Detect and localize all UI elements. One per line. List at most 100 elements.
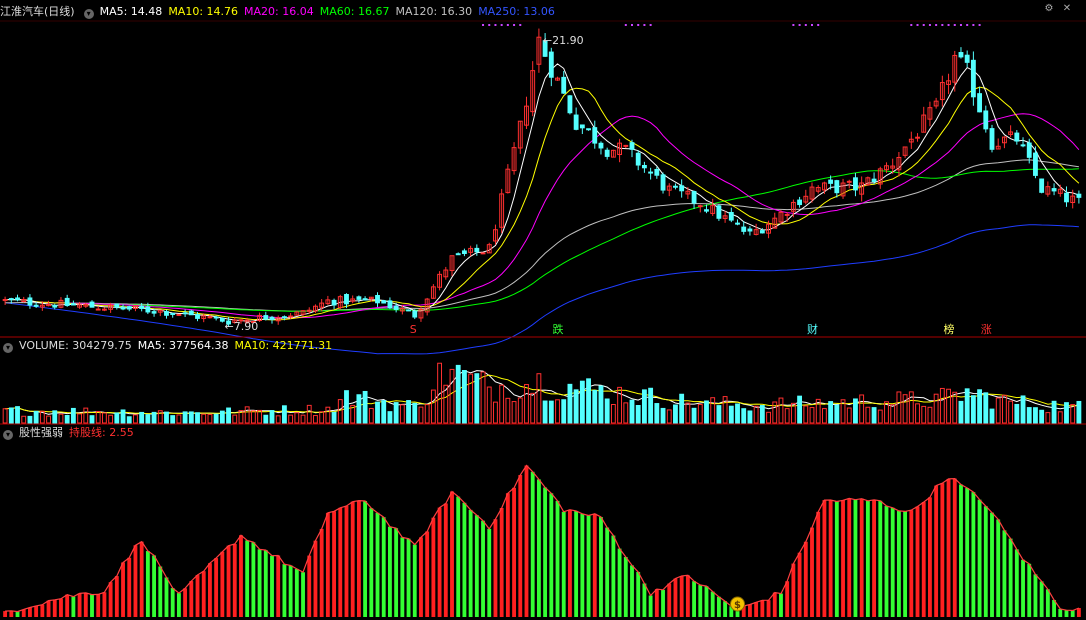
price-candle (1045, 181, 1051, 197)
close-icon[interactable]: ✕ (1062, 4, 1072, 14)
candle-body (15, 297, 20, 301)
volume-bar (375, 401, 380, 424)
strength-bar (195, 575, 200, 617)
strength-bar (785, 581, 790, 617)
collapse-icon[interactable]: ▾ (3, 343, 13, 353)
volume-bar (648, 387, 654, 424)
strength-bar (543, 487, 548, 617)
volume-bar (716, 405, 722, 424)
volume-bar (1070, 404, 1076, 424)
price-candle (933, 97, 939, 109)
volume-bar (977, 389, 983, 424)
strength-bar (592, 513, 597, 617)
volume-bar (989, 408, 995, 424)
strength-bar (605, 527, 610, 617)
volume-bar (108, 414, 114, 424)
price-candle (114, 303, 120, 310)
candle-body (679, 185, 685, 192)
strength-bar (586, 515, 591, 617)
volume-bar (387, 411, 393, 424)
price-panel-plot: ←21.90 ←7.90 S 跌 财 榜 涨 (2, 24, 1082, 355)
volume-bar (46, 415, 51, 424)
volume-bar (269, 410, 275, 424)
price-candle (1057, 184, 1063, 197)
strength-bar (692, 581, 696, 617)
candle-body (70, 303, 76, 306)
strength-bar (673, 578, 678, 617)
strength-bar (263, 550, 268, 617)
strength-bar (965, 488, 970, 617)
signal-dot (624, 24, 627, 26)
price-candle (592, 120, 598, 149)
volume-bar (133, 414, 138, 424)
price-candle (1039, 178, 1045, 194)
volume-bar (548, 400, 554, 424)
gear-icon[interactable]: ⚙ (1044, 4, 1054, 14)
strength-bar (170, 588, 175, 617)
price-candle (536, 28, 542, 73)
strength-bar (270, 555, 274, 617)
strength-bar (779, 593, 783, 617)
legend-ma10: MA10: 14.76 (168, 5, 239, 18)
candle-body (964, 54, 970, 63)
candle-body (455, 253, 461, 256)
price-candle (406, 309, 411, 312)
strength-bar (959, 484, 963, 617)
volume-bar (331, 411, 337, 424)
price-candle (561, 71, 567, 94)
strength-line-label: 持股线: 2.55 (69, 426, 134, 439)
volume-bar (126, 416, 132, 424)
price-candle (567, 94, 573, 115)
price-candle (778, 209, 784, 225)
strength-bar (332, 511, 336, 617)
volume-bar (15, 406, 20, 424)
volume-bar (877, 409, 883, 424)
price-candle (641, 161, 647, 173)
price-candle (660, 172, 666, 194)
candle-body (828, 179, 834, 184)
strength-bar (748, 604, 752, 617)
volume-bar (195, 412, 200, 424)
collapse-icon[interactable]: ▾ (83, 9, 94, 19)
strength-bar (884, 505, 889, 617)
strength-bar (921, 502, 926, 617)
volume-bar (555, 399, 560, 424)
strength-panel-plot: $ (3, 464, 1081, 617)
ma20-line (5, 113, 1080, 319)
candle-body (1020, 144, 1026, 147)
collapse-icon[interactable]: ▾ (3, 430, 13, 440)
strength-bar (834, 501, 839, 617)
volume-bar (970, 395, 976, 424)
volume-bar (921, 405, 927, 424)
volume-panel-plot (2, 362, 1082, 424)
signal-dot (811, 24, 813, 26)
event-marker: 财 (807, 322, 818, 336)
volume-ma10: MA10: 421771.31 (234, 339, 333, 352)
volume-bar (753, 405, 759, 424)
price-panel-legend: 江淮汽车(日线) ▾ MA5: 14.48 MA10: 14.76 MA20: 16.0… (0, 4, 561, 20)
strength-bar (865, 500, 870, 617)
price-candle (635, 150, 641, 171)
volume-bar (182, 411, 188, 424)
price-candle (977, 86, 983, 113)
volume-bar (809, 407, 815, 424)
strength-bar (239, 535, 243, 617)
volume-bar (58, 413, 64, 424)
strength-bar (791, 563, 796, 617)
volume-bar (461, 369, 467, 424)
volume-bar (1039, 409, 1045, 424)
price-candle (728, 207, 734, 223)
strength-bar (847, 498, 852, 617)
signal-dot (928, 24, 931, 26)
strength-bar (946, 478, 951, 617)
volume-bar (219, 410, 225, 424)
price-candle (461, 248, 467, 257)
volume-bar (604, 398, 610, 424)
strength-bar (896, 510, 901, 617)
volume-bar (828, 401, 834, 424)
price-candle (617, 138, 623, 163)
strength-bar (1058, 608, 1063, 617)
price-candle (927, 101, 933, 127)
candle-body (797, 199, 803, 206)
candle-body (716, 205, 722, 219)
